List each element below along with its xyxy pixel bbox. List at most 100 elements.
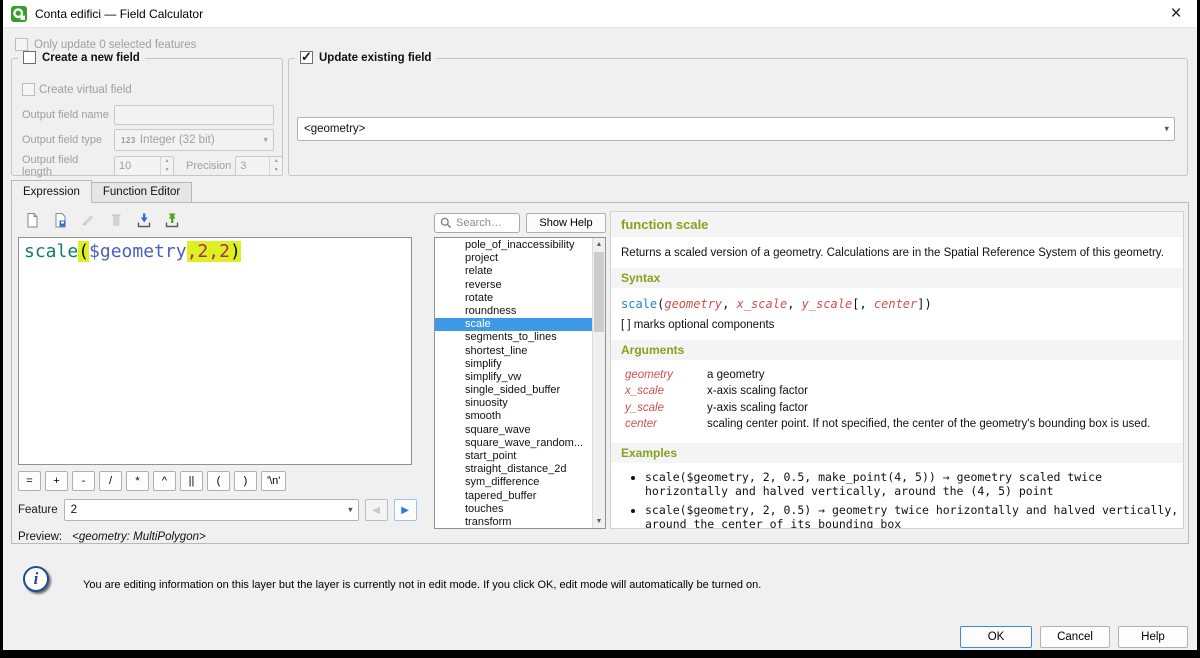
previous-feature-icon: ◀	[372, 505, 380, 516]
function-list-item[interactable]: segments_to_lines	[435, 331, 592, 344]
remove-expression-icon[interactable]	[104, 209, 128, 231]
field-calculator-dialog: Conta edifici — Field Calculator × Only …	[3, 0, 1197, 650]
precision-value: 3	[236, 157, 269, 175]
function-list-item[interactable]: roundness	[435, 305, 592, 318]
output-field-type-value: Integer (32 bit)	[140, 134, 215, 146]
function-list-item[interactable]: project	[435, 252, 592, 265]
argument-description: a geometry	[707, 368, 765, 384]
scrollbar-thumb[interactable]	[594, 252, 604, 332]
tab-expression[interactable]: Expression	[11, 180, 92, 203]
checkbox-unchecked-icon	[15, 38, 28, 51]
function-list-item[interactable]: touches	[435, 503, 592, 516]
function-list-item[interactable]: single_sided_buffer	[435, 384, 592, 397]
syntax-segment: geometry	[664, 297, 722, 311]
function-list-items: pole_of_inaccessibilityprojectrelatereve…	[435, 239, 592, 529]
function-list-item[interactable]: simplify	[435, 358, 592, 371]
checkbox-unchecked-icon[interactable]	[23, 51, 36, 64]
function-list-item[interactable]: sinuosity	[435, 397, 592, 410]
syntax-segment: x_scale	[737, 297, 788, 311]
checkbox-checked-icon[interactable]: ✓	[300, 51, 313, 64]
spin-down-icon[interactable]: ▼	[270, 166, 282, 175]
only-update-selected-checkbox[interactable]: Only update 0 selected features	[15, 38, 196, 51]
close-icon[interactable]: ×	[1163, 4, 1189, 23]
window-title: Conta edifici — Field Calculator	[35, 7, 203, 21]
import-expressions-icon[interactable]	[132, 209, 156, 231]
function-list-item[interactable]: tapered_buffer	[435, 490, 592, 503]
function-list-scrollbar[interactable]: ▲ ▼	[592, 238, 605, 528]
output-field-type-select[interactable]: 123 Integer (32 bit) ▾	[114, 129, 274, 151]
feature-select[interactable]: 2 ▾	[64, 499, 359, 521]
expression-token: (	[78, 241, 89, 262]
function-list-item[interactable]: square_wave	[435, 424, 592, 437]
syntax-segment: ,	[787, 297, 801, 311]
help-button[interactable]: Help	[1118, 626, 1188, 648]
output-field-length-value: 10	[115, 157, 160, 175]
argument-description: scaling center point. If not specified, …	[707, 417, 1150, 433]
previous-feature-button[interactable]: ◀	[365, 499, 388, 521]
function-list-item[interactable]: pole_of_inaccessibility	[435, 239, 592, 252]
export-expressions-icon[interactable]	[160, 209, 184, 231]
function-list-item[interactable]: scale	[435, 318, 592, 331]
spin-up-icon[interactable]: ▲	[270, 157, 282, 166]
expression-token: $geometry	[89, 241, 187, 262]
dropdown-arrow-icon: ▾	[263, 135, 268, 146]
preview-value: <geometry: MultiPolygon>	[72, 531, 206, 543]
operator-button[interactable]: *	[126, 471, 149, 491]
next-feature-button[interactable]: ▶	[394, 499, 417, 521]
search-input[interactable]: Search…	[434, 213, 520, 233]
function-list-item[interactable]: straight_distance_2d	[435, 463, 592, 476]
create-virtual-field-label: Create virtual field	[39, 84, 132, 96]
syntax-segment: y_scale	[802, 297, 853, 311]
operator-button[interactable]: '\n'	[261, 471, 286, 491]
spinner-buttons[interactable]: ▲ ▼	[160, 157, 173, 175]
function-list-item[interactable]: relate	[435, 265, 592, 278]
operator-button[interactable]: ^	[153, 471, 176, 491]
operator-button[interactable]: -	[72, 471, 95, 491]
function-list-item[interactable]: rotate	[435, 292, 592, 305]
function-list-item[interactable]: smooth	[435, 410, 592, 423]
expression-toolbar	[20, 209, 184, 231]
new-expression-icon[interactable]	[20, 209, 44, 231]
only-update-label: Only update 0 selected features	[34, 39, 196, 51]
operator-button[interactable]: =	[18, 471, 41, 491]
operator-button[interactable]: ||	[180, 471, 203, 491]
function-list-item[interactable]: square_wave_random...	[435, 437, 592, 450]
spin-down-icon[interactable]: ▼	[161, 166, 173, 175]
tab-function-editor[interactable]: Function Editor	[91, 182, 192, 203]
checkbox-unchecked-icon[interactable]	[22, 83, 35, 96]
scroll-up-icon[interactable]: ▲	[593, 238, 605, 251]
update-existing-field-header[interactable]: ✓ Update existing field	[295, 51, 436, 64]
operator-button[interactable]: )	[234, 471, 257, 491]
create-new-field-header[interactable]: Create a new field	[18, 51, 145, 64]
function-list-item[interactable]: shortest_line	[435, 345, 592, 358]
dropdown-arrow-icon: ▾	[348, 505, 353, 516]
function-list-item[interactable]: reverse	[435, 279, 592, 292]
tab-function-editor-label: Function Editor	[103, 186, 180, 198]
spin-up-icon[interactable]: ▲	[161, 157, 173, 166]
spinner-buttons[interactable]: ▲ ▼	[269, 157, 282, 175]
cancel-button[interactable]: Cancel	[1040, 626, 1110, 648]
existing-field-select[interactable]: <geometry> ▾	[297, 117, 1175, 141]
operator-button[interactable]: (	[207, 471, 230, 491]
function-list-item[interactable]: sym_difference	[435, 476, 592, 489]
example-item: scale($geometry, 2, 0.5, make_point(4, 5…	[645, 470, 1183, 499]
feature-value: 2	[71, 504, 77, 516]
function-list-item[interactable]: simplify_vw	[435, 371, 592, 384]
precision-spinbox[interactable]: 3 ▲ ▼	[235, 156, 283, 176]
operator-button[interactable]: /	[99, 471, 122, 491]
ok-button[interactable]: OK	[960, 626, 1032, 648]
function-list-item[interactable]: start_point	[435, 450, 592, 463]
output-field-name-label: Output field name	[22, 109, 110, 121]
scroll-down-icon[interactable]: ▼	[593, 515, 605, 528]
operator-button[interactable]: +	[45, 471, 68, 491]
help-optional-note: [ ] marks optional components	[611, 315, 1183, 340]
expression-editor[interactable]: scale($geometry,2,2)	[18, 237, 412, 465]
output-field-name-input[interactable]	[114, 105, 274, 125]
function-list-item[interactable]: transform	[435, 516, 592, 529]
edit-expression-icon[interactable]	[76, 209, 100, 231]
save-expression-icon[interactable]	[48, 209, 72, 231]
existing-field-value: <geometry>	[304, 123, 365, 135]
search-icon	[440, 217, 452, 229]
output-field-length-spinbox[interactable]: 10 ▲ ▼	[114, 156, 174, 176]
show-help-button[interactable]: Show Help	[526, 213, 606, 233]
